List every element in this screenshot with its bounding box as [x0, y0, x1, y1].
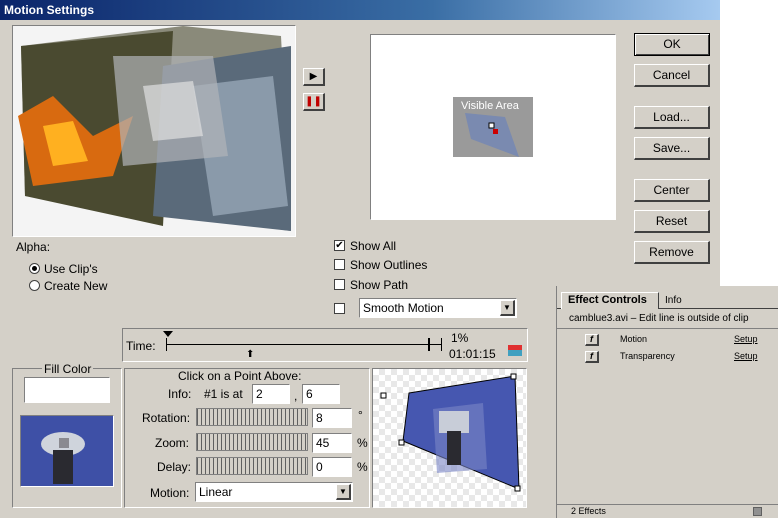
point-header: Click on a Point Above:: [178, 369, 302, 383]
visible-area-preview[interactable]: Visible Area: [370, 34, 616, 220]
time-label: Time:: [126, 339, 156, 353]
time-percent: 1%: [451, 331, 469, 345]
rotation-label: Rotation:: [142, 411, 191, 425]
trash-icon[interactable]: [753, 507, 762, 516]
timeline-icon[interactable]: [508, 345, 522, 356]
chevron-down-icon[interactable]: ▼: [500, 300, 515, 316]
visible-area-box: Visible Area: [453, 97, 533, 157]
coordinate-separator: ,: [294, 389, 298, 403]
timecode: 01:01:15: [449, 347, 496, 361]
ok-button[interactable]: OK: [634, 33, 710, 56]
zoom-slider[interactable]: [196, 433, 308, 451]
pause-button[interactable]: ❚❚: [303, 93, 325, 111]
zoom-unit: %: [357, 436, 368, 450]
delay-field[interactable]: 0: [312, 457, 352, 477]
cancel-button[interactable]: Cancel: [634, 64, 710, 87]
visible-area-clip: [465, 113, 519, 157]
point-y-field[interactable]: 6: [302, 384, 340, 404]
effect-name: Transparency: [620, 351, 675, 361]
fill-thumbnail: [20, 415, 114, 487]
effect-toggle-icon[interactable]: f: [585, 334, 599, 346]
delay-unit: %: [357, 460, 368, 474]
info-text: #1 is at: [204, 387, 243, 401]
chevron-down-icon[interactable]: ▼: [336, 484, 351, 500]
delay-slider[interactable]: [196, 457, 308, 475]
time-end-tick: [428, 338, 430, 351]
effect-setup-link[interactable]: Setup: [734, 334, 758, 344]
time-track[interactable]: [166, 344, 442, 345]
create-new-label[interactable]: Create New: [44, 279, 107, 293]
effect-setup-link[interactable]: Setup: [734, 351, 758, 361]
center-button[interactable]: Center: [634, 179, 710, 202]
motion-label: Motion:: [150, 486, 190, 500]
alpha-label: Alpha:: [16, 240, 51, 254]
show-path-label[interactable]: Show Path: [350, 278, 408, 292]
fill-color-swatch[interactable]: [24, 377, 110, 403]
clip-info-divider: [557, 328, 778, 329]
use-clips-label[interactable]: Use Clip's: [44, 262, 98, 276]
info-label: Info:: [168, 387, 192, 401]
motion-value: Linear: [199, 485, 233, 499]
use-clips-radio[interactable]: [29, 263, 40, 274]
effect-toggle-icon[interactable]: f: [585, 351, 599, 363]
rotation-slider[interactable]: [196, 408, 308, 426]
effects-count: 2 Effects: [571, 506, 606, 516]
zoom-field[interactable]: 45: [312, 433, 352, 453]
distortion-image: [380, 373, 521, 492]
thumbnail-image: [21, 416, 113, 486]
distortion-panel[interactable]: [372, 368, 527, 508]
title-bar: Motion Settings: [0, 0, 720, 20]
motion-select[interactable]: Linear ▼: [195, 482, 353, 502]
point-x-field[interactable]: 2: [252, 384, 290, 404]
load-button[interactable]: Load...: [634, 106, 710, 129]
clip-preview[interactable]: [12, 25, 296, 237]
tab-effect-controls[interactable]: Effect Controls: [561, 292, 659, 309]
radio-selected-dot: [32, 266, 37, 271]
time-start-tick: [166, 338, 167, 351]
smooth-motion-value: Smooth Motion: [363, 301, 444, 315]
create-new-radio[interactable]: [29, 280, 40, 291]
keyframe-marker-icon[interactable]: [163, 331, 173, 337]
show-outlines-checkbox[interactable]: [334, 259, 345, 270]
effect-name: Motion: [620, 334, 648, 344]
smooth-motion-select[interactable]: Smooth Motion ▼: [359, 298, 517, 318]
delay-label: Delay:: [157, 460, 192, 474]
current-time-arrow-icon[interactable]: ⬆: [246, 349, 254, 360]
zoom-label: Zoom:: [155, 436, 190, 450]
show-all-checkbox[interactable]: ✔: [334, 240, 345, 251]
play-button[interactable]: ▶: [303, 68, 325, 86]
tab-info[interactable]: Info: [661, 294, 697, 307]
smooth-motion-checkbox[interactable]: [334, 303, 345, 314]
effect-controls-panel: Effect Controls Info camblue3.avi – Edit…: [556, 286, 778, 518]
fill-color-label: Fill Color: [42, 362, 94, 376]
preview-image: [18, 26, 291, 231]
show-outlines-label[interactable]: Show Outlines: [350, 258, 427, 272]
remove-button[interactable]: Remove: [634, 241, 710, 264]
rotation-field[interactable]: 8: [312, 408, 352, 428]
show-path-checkbox[interactable]: [334, 279, 345, 290]
reset-button[interactable]: Reset: [634, 210, 710, 233]
time-end-tick: [441, 338, 442, 351]
clip-info: camblue3.avi – Edit line is outside of c…: [569, 313, 749, 324]
show-all-label[interactable]: Show All: [350, 239, 396, 253]
rotation-unit: °: [358, 408, 363, 422]
save-button[interactable]: Save...: [634, 137, 710, 160]
